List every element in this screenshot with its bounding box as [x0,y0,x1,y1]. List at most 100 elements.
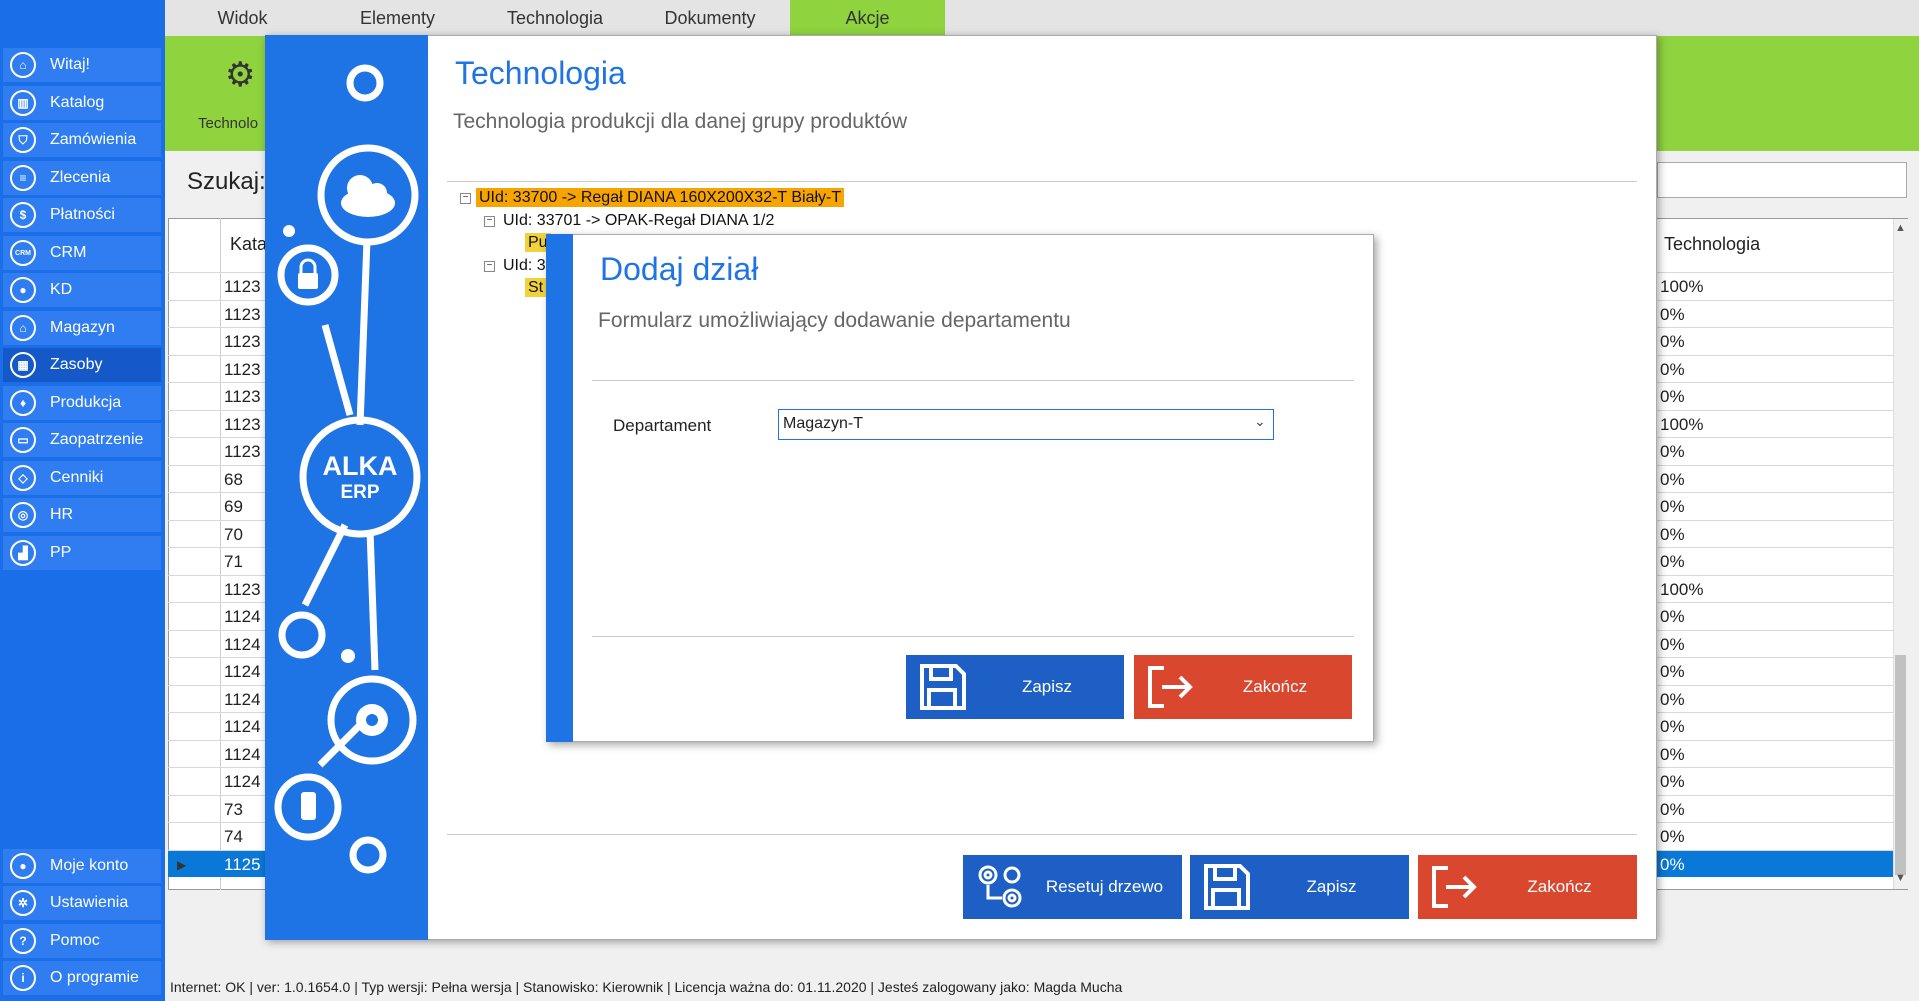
scroll-up-icon[interactable]: ▲ [1895,222,1906,234]
tab-technologia[interactable]: Technologia [490,0,620,36]
sidebar-item-zaopatrzenie[interactable]: ▭ Zaopatrzenie [3,423,161,457]
sidebar-item-platnosci[interactable]: $ Płatności [3,198,161,232]
add-department-title: Dodaj dział [600,251,759,287]
add-department-dialog-band [546,234,573,742]
help-icon: ? [10,928,36,954]
cell-catalog: 1123 [224,579,261,599]
tree-collapse-icon[interactable]: − [460,193,471,204]
tab-dokumenty[interactable]: Dokumenty [650,0,770,36]
sidebar-item-produkcja[interactable]: ♦ Produkcja [3,386,161,420]
search-input[interactable] [1657,162,1907,198]
sidebar-item-katalog[interactable]: ▥ Katalog [3,86,161,120]
cell-technology: 0% [1660,359,1685,379]
sidebar-item-crm[interactable]: CRM CRM [3,236,161,270]
sidebar-item-label: Pomoc [50,932,100,949]
cell-technology: 0% [1660,744,1685,764]
sidebar-item-label: CRM [50,244,87,261]
search-label: Szukaj: [187,168,266,195]
account-icon: ● [10,853,36,879]
cell-catalog: 1123 [224,359,261,379]
sidebar-item-kd[interactable]: ● KD [3,273,161,307]
sidebar-item-o-programie[interactable]: i O programie [3,961,161,995]
cell-technology: 0% [1660,497,1685,516]
sidebar-item-witaj[interactable]: ⌂ Witaj! [3,48,161,82]
cell-technology: 0% [1660,799,1685,819]
sidebar-item-cenniki[interactable]: ◇ Cenniki [3,461,161,495]
sidebar-item-label: Moje konto [50,857,129,874]
gears-icon [973,860,1027,914]
person-icon: ● [10,277,36,303]
sidebar-item-magazyn[interactable]: ⌂ Magazyn [3,311,161,345]
sidebar-item-label: Zlecenia [50,169,111,186]
grid-header-technology[interactable]: Technologia [1664,234,1760,255]
grid-header-catalog[interactable]: Kata [230,234,267,255]
gears-icon[interactable]: ⚙ [225,55,255,95]
cell-catalog: 1123 [224,332,261,351]
sidebar-item-zlecenia[interactable]: ≡ Zlecenia [3,161,161,195]
production-icon: ♦ [10,390,36,416]
add-department-save-button[interactable]: Zapisz [906,655,1124,719]
reset-tree-button[interactable]: Resetuj drzewo [963,855,1182,919]
info-icon: i [10,965,36,991]
cell-technology: 0% [1660,442,1685,461]
sidebar-item-pp[interactable]: ▟ PP [3,536,161,570]
sidebar-item-zasoby[interactable]: ▦ Zasoby [3,348,161,382]
cell-technology: 0% [1660,469,1685,489]
department-label: Departament [613,416,712,435]
cell-technology: 0% [1660,662,1685,681]
sidebar-item-label: HR [50,506,74,523]
exit-icon [1144,660,1198,714]
tab-widok[interactable]: Widok [190,0,295,36]
scroll-down-icon[interactable]: ▼ [1895,872,1906,884]
crm-icon: CRM [10,240,36,266]
sidebar-item-label: Katalog [50,94,105,111]
cell-technology: 0% [1660,827,1685,846]
tab-elementy[interactable]: Elementy [340,0,455,36]
sidebar-item-pomoc[interactable]: ? Pomoc [3,924,161,958]
sidebar-item-label: PP [50,544,72,561]
cell-technology: 0% [1660,689,1685,709]
cell-technology: 100% [1660,414,1704,434]
sidebar-item-hr[interactable]: ◎ HR [3,498,161,532]
cart-icon: ⛉ [10,127,36,153]
logo-text-erp: ERP [340,482,379,503]
resources-icon: ▦ [10,352,36,378]
settings-icon: ✲ [10,890,36,916]
tree-node-root[interactable]: UId: 33700 -> Regał DIANA 160X200X32-T B… [476,188,845,207]
floppy-disk-icon [916,660,970,714]
tree-collapse-icon[interactable]: − [484,216,495,227]
chevron-down-icon[interactable]: ⌄ [1254,413,1266,430]
save-label: Zapisz [1021,677,1073,696]
tree-node-child1[interactable]: UId: 33701 -> OPAK-Regał DIANA 1/2 [503,212,774,230]
grid-scrollbar-thumb[interactable] [1895,655,1906,875]
cell-technology: 100% [1660,579,1704,599]
sidebar-item-ustawienia[interactable]: ✲ Ustawienia [3,886,161,920]
cell-catalog: 73 [224,799,243,819]
save-button[interactable]: Zapisz [1190,855,1409,919]
sidebar-item-moje-konto[interactable]: ● Moje konto [3,849,161,883]
cell-catalog: 1123 [224,277,261,296]
technology-dialog-sidebar: ALKA ERP [265,35,428,940]
sidebar-item-label: Zaopatrzenie [50,431,144,448]
tree-collapse-icon[interactable]: − [484,261,495,272]
cell-catalog: 68 [224,469,243,489]
close-label: Zakończ [1527,877,1592,896]
tree-node-child2[interactable]: UId: 3 [503,257,546,275]
cell-catalog: 69 [224,497,243,516]
cell-catalog: 70 [224,524,243,544]
sidebar-item-label: Produkcja [50,394,122,411]
ribbon-technology-button[interactable]: Technolo [198,115,268,132]
cell-catalog: 1123 [224,304,261,324]
add-department-close-button[interactable]: Zakończ [1134,655,1352,719]
tab-akcje[interactable]: Akcje [790,0,945,36]
divider [447,181,1637,182]
close-button[interactable]: Zakończ [1418,855,1637,919]
cell-catalog: 1124 [224,662,261,681]
tag-icon: ◇ [10,465,36,491]
department-select[interactable]: Magazyn-T [778,409,1274,440]
cell-catalog: 1123 [224,414,261,434]
tree-leaf-2[interactable]: St [525,278,547,297]
cell-technology: 100% [1660,277,1704,296]
row-pointer-icon: ▶ [177,858,187,872]
sidebar-item-zamowienia[interactable]: ⛉ Zamówienia [3,123,161,157]
